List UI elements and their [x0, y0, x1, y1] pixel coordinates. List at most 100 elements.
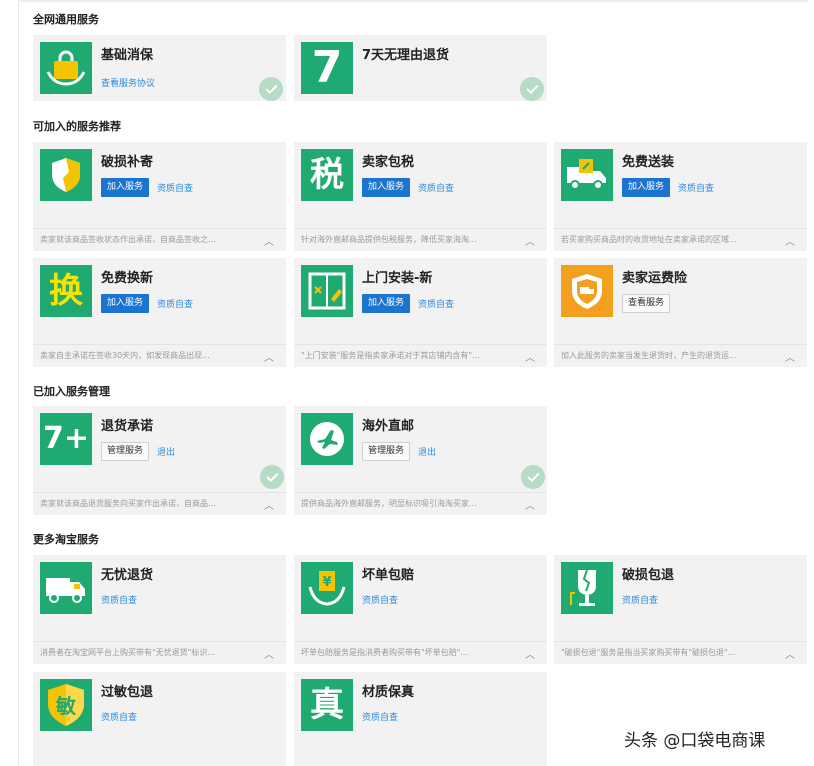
qualification-check-link[interactable]: 资质自查	[157, 181, 193, 194]
description-row[interactable]: 卖家就该商品退货服务向买家作出承诺，自商品... ︿	[33, 492, 286, 515]
service-card-return-promise[interactable]: 7+ 退货承诺 管理服务 退出 卖家就该商品退货服务向买家作出承诺，自商品...…	[33, 406, 286, 515]
description-text: 提供商品海外直邮服务，明显标识吸引海淘买家...	[301, 499, 477, 508]
section-title-recommended: 可加入的服务推荐	[33, 120, 121, 133]
delivery-truck-icon	[561, 149, 613, 201]
description-text: 消费者在淘宝网平台上购买带有"无忧退货"标识...	[40, 648, 215, 657]
broken-glass-icon	[561, 562, 613, 614]
return-truck-icon	[40, 562, 92, 614]
join-service-button[interactable]: 加入服务	[101, 294, 150, 313]
service-card-free-exchange[interactable]: 换 免费换新 加入服务 资质自查 卖家自主承诺在签收30天内，如发现商品出现..…	[33, 258, 286, 367]
card-title: 上门安装-新	[362, 271, 433, 286]
chevron-up-icon[interactable]: ︿	[525, 349, 535, 364]
check-icon	[521, 465, 545, 489]
join-service-button[interactable]: 加入服务	[362, 294, 411, 313]
check-icon	[260, 465, 284, 489]
description-row[interactable]: 坏单包赔服务是指消费者购买带有"坏单包赔"... ︿	[294, 641, 547, 664]
view-service-button[interactable]: 查看服务	[622, 294, 671, 313]
chevron-up-icon[interactable]: ︿	[785, 646, 795, 661]
description-row[interactable]: 提供商品海外直邮服务，明显标识吸引海淘买家... ︿	[294, 492, 547, 515]
section-title-more: 更多淘宝服务	[33, 533, 99, 546]
service-card-allergy-return[interactable]: 敏 过敏包退 资质自查	[33, 672, 286, 766]
qualification-check-link[interactable]: 资质自查	[101, 593, 137, 606]
card-title: 卖家运费险	[622, 271, 688, 286]
exit-link[interactable]: 退出	[157, 445, 175, 458]
description-text: 卖家自主承诺在签收30天内，如发现商品出现...	[40, 351, 210, 360]
card-title: 破损包退	[622, 568, 675, 583]
qualification-check-link[interactable]: 资质自查	[101, 710, 137, 723]
chevron-up-icon[interactable]: ︿	[264, 497, 274, 512]
description-row[interactable]: 卖家自主承诺在签收30天内，如发现商品出现... ︿	[33, 344, 286, 367]
qualification-check-link[interactable]: 资质自查	[678, 181, 714, 194]
service-card-overseas-direct-mail[interactable]: 海外直邮 管理服务 退出 提供商品海外直邮服务，明显标识吸引海淘买家... ︿	[294, 406, 547, 515]
card-title: 坏单包赔	[362, 568, 415, 583]
section-title-general: 全网通用服务	[33, 13, 99, 26]
chevron-up-icon[interactable]: ︿	[525, 646, 535, 661]
card-title: 材质保真	[362, 685, 415, 700]
freight-insurance-icon	[561, 265, 613, 317]
yuan-hands-icon: ¥	[301, 562, 353, 614]
description-text: 坏单包赔服务是指消费者购买带有"坏单包赔"...	[301, 648, 468, 657]
description-row[interactable]: 加入此服务的卖家当发生退货时，产生的退货运... ︿	[554, 344, 807, 367]
service-card-worry-free-return[interactable]: 无忧退货 资质自查 消费者在淘宝网平台上购买带有"无忧退货"标识... ︿	[33, 555, 286, 664]
qualification-check-link[interactable]: 资质自查	[157, 297, 193, 310]
description-row[interactable]: "上门安装"服务是指卖家承诺对于其店铺内含有"... ︿	[294, 344, 547, 367]
card-title: 免费换新	[101, 271, 154, 286]
chevron-up-icon[interactable]: ︿	[264, 233, 274, 248]
chevron-up-icon[interactable]: ︿	[525, 233, 535, 248]
card-title: 7天无理由退货	[362, 48, 450, 63]
top-divider	[18, 0, 808, 2]
manage-service-button[interactable]: 管理服务	[101, 442, 150, 461]
chevron-up-icon[interactable]: ︿	[264, 349, 274, 364]
qualification-check-link[interactable]: 资质自查	[362, 710, 398, 723]
join-service-button[interactable]: 加入服务	[362, 178, 411, 197]
airplane-icon	[301, 413, 353, 465]
service-card-broken-return[interactable]: 破损包退 资质自查 "破损包退"服务是指当买家购买带有"破损包退"... ︿	[554, 555, 807, 664]
left-divider	[18, 0, 19, 766]
service-card-genuine-material[interactable]: 真 材质保真 资质自查	[294, 672, 547, 766]
svg-text:¥: ¥	[322, 575, 331, 590]
service-card-free-delivery-install[interactable]: 免费送装 加入服务 资质自查 若买家购买商品时的收货地址在卖家承诺的区域... …	[554, 142, 807, 251]
service-card-home-install[interactable]: 上门安装-新 加入服务 资质自查 "上门安装"服务是指卖家承诺对于其店铺内含有"…	[294, 258, 547, 367]
service-card-seller-tax[interactable]: 税 卖家包税 加入服务 资质自查 针对海外直邮商品提供包税服务，降低买家海淘..…	[294, 142, 547, 251]
description-text: 针对海外直邮商品提供包税服务，降低买家海淘...	[301, 235, 477, 244]
allergy-icon: 敏	[40, 679, 92, 731]
service-card-7day-return[interactable]: 7 7天无理由退货	[294, 35, 547, 101]
qualification-check-link[interactable]: 资质自查	[418, 297, 454, 310]
description-row[interactable]: 消费者在淘宝网平台上购买带有"无忧退货"标识... ︿	[33, 641, 286, 664]
genuine-icon: 真	[301, 679, 353, 731]
chevron-up-icon[interactable]: ︿	[785, 233, 795, 248]
description-text: 卖家就该商品退货服务向买家作出承诺，自商品...	[40, 499, 216, 508]
exit-link[interactable]: 退出	[418, 445, 436, 458]
chevron-up-icon[interactable]: ︿	[785, 349, 795, 364]
join-service-button[interactable]: 加入服务	[101, 178, 150, 197]
svg-text:敏: 敏	[55, 694, 77, 718]
description-text: 若买家购买商品时的收货地址在卖家承诺的区域...	[561, 235, 737, 244]
description-text: "上门安装"服务是指卖家承诺对于其店铺内含有"...	[301, 351, 480, 360]
description-text: 卖家就该商品签收状态作出承诺，自商品签收之...	[40, 235, 216, 244]
check-icon	[259, 77, 283, 101]
shopping-bag-icon	[40, 42, 92, 94]
service-card-freight-insurance[interactable]: 卖家运费险 查看服务 加入此服务的卖家当发生退货时，产生的退货运... ︿	[554, 258, 807, 367]
tax-icon: 税	[301, 149, 353, 201]
manage-service-button[interactable]: 管理服务	[362, 442, 411, 461]
chevron-up-icon[interactable]: ︿	[525, 497, 535, 512]
join-service-button[interactable]: 加入服务	[622, 178, 671, 197]
qualification-check-link[interactable]: 资质自查	[418, 181, 454, 194]
qualification-check-link[interactable]: 资质自查	[622, 593, 658, 606]
description-row[interactable]: 针对海外直邮商品提供包税服务，降低买家海淘... ︿	[294, 228, 547, 251]
install-tool-icon	[301, 265, 353, 317]
seven-days-icon: 7	[301, 42, 353, 94]
card-title: 无忧退货	[101, 568, 154, 583]
qualification-check-link[interactable]: 资质自查	[362, 593, 398, 606]
description-text: "破损包退"服务是指当买家购买带有"破损包退"...	[561, 648, 736, 657]
service-card-damage-resend[interactable]: 破损补寄 加入服务 资质自查 卖家就该商品签收状态作出承诺，自商品签收之... …	[33, 142, 286, 251]
description-row[interactable]: "破损包退"服务是指当买家购买带有"破损包退"... ︿	[554, 641, 807, 664]
description-row[interactable]: 卖家就该商品签收状态作出承诺，自商品签收之... ︿	[33, 228, 286, 251]
description-row[interactable]: 若买家购买商品时的收货地址在卖家承诺的区域... ︿	[554, 228, 807, 251]
view-agreement-link[interactable]: 查看服务协议	[101, 76, 155, 89]
check-icon	[520, 77, 544, 101]
service-card-bad-order-compensation[interactable]: ¥ 坏单包赔 资质自查 坏单包赔服务是指消费者购买带有"坏单包赔"... ︿	[294, 555, 547, 664]
card-title: 过敏包退	[101, 685, 154, 700]
service-card-basic-protection[interactable]: 基础消保 查看服务协议	[33, 35, 286, 101]
chevron-up-icon[interactable]: ︿	[264, 646, 274, 661]
